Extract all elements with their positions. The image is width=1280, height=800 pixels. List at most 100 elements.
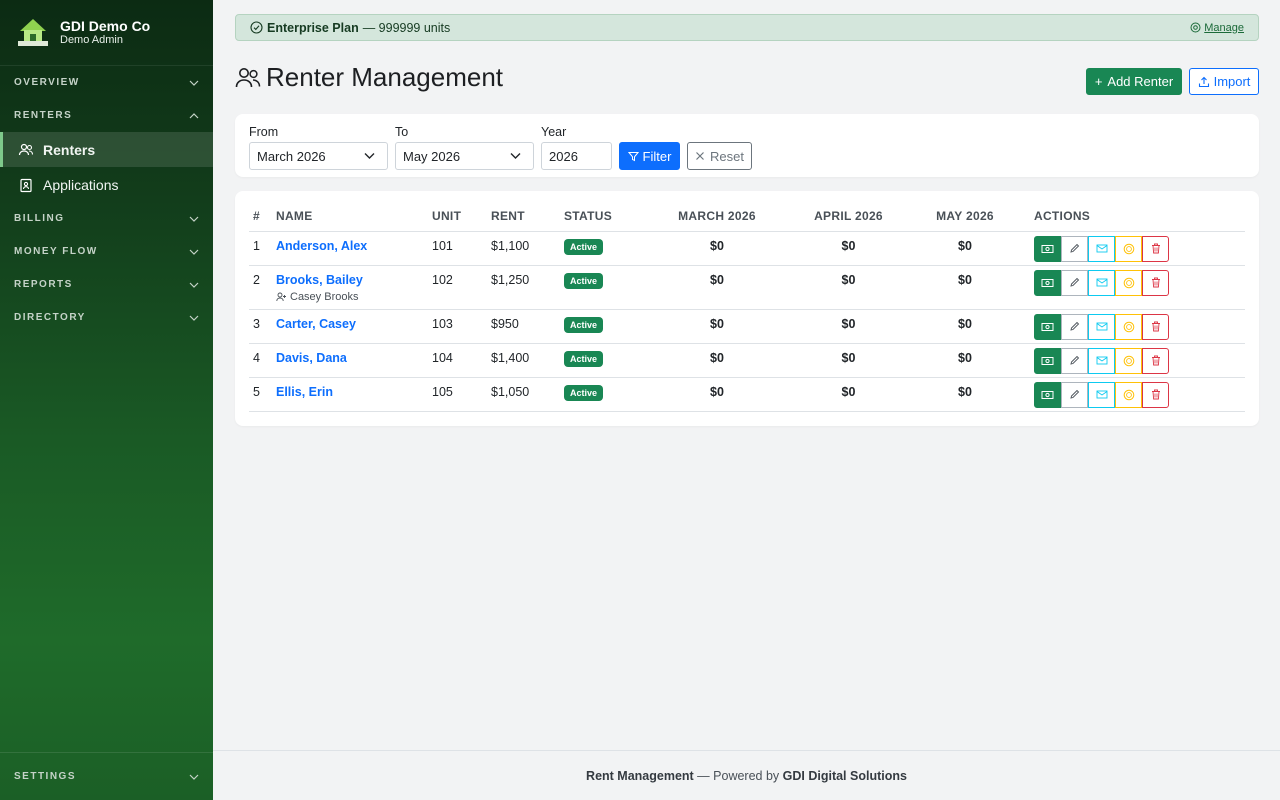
plus-icon: + — [1094, 74, 1103, 89]
upload-icon — [1198, 76, 1209, 87]
cash-icon — [1041, 322, 1054, 331]
renter-name-link[interactable]: Anderson, Alex — [276, 239, 432, 253]
edit-button[interactable] — [1061, 347, 1088, 374]
charge-button[interactable] — [1115, 269, 1142, 296]
chevron-down-icon — [189, 216, 199, 222]
status-cell: Active — [564, 377, 642, 412]
sidebar-item-renters[interactable]: Renters — [0, 132, 213, 167]
record-payment-button[interactable] — [1034, 313, 1061, 340]
action-group — [1034, 235, 1245, 262]
company-logo-icon — [18, 18, 48, 46]
charge-button[interactable] — [1115, 313, 1142, 340]
row-number: 2 — [249, 265, 276, 310]
from-select[interactable]: March 2026 — [249, 142, 388, 170]
month-3-amount: $0 — [905, 377, 1025, 412]
brand-header[interactable]: GDI Demo Co Demo Admin — [0, 0, 213, 66]
delete-button[interactable] — [1142, 381, 1169, 408]
charge-button[interactable] — [1115, 347, 1142, 374]
reset-label: Reset — [710, 148, 744, 164]
month-1-amount: $0 — [642, 309, 792, 344]
record-payment-button[interactable] — [1034, 269, 1061, 296]
pencil-icon — [1070, 321, 1080, 331]
manage-link-label: Manage — [1204, 21, 1244, 34]
email-button[interactable] — [1088, 347, 1115, 374]
main-content: Enterprise Plan — 999999 units Manage Re… — [213, 0, 1280, 800]
manage-plan-link[interactable]: Manage — [1190, 22, 1244, 34]
month-3-amount: $0 — [905, 343, 1025, 378]
column-header[interactable]: UNIT — [432, 201, 491, 232]
charge-button[interactable] — [1115, 381, 1142, 408]
email-button[interactable] — [1088, 235, 1115, 262]
delete-button[interactable] — [1142, 347, 1169, 374]
nav-section-label: BILLING — [14, 213, 65, 224]
edit-button[interactable] — [1061, 313, 1088, 340]
email-button[interactable] — [1088, 269, 1115, 296]
footer-company[interactable]: GDI Digital Solutions — [783, 769, 907, 783]
trash-icon — [1151, 277, 1160, 288]
rent-cell: $1,050 — [491, 377, 564, 412]
renter-name-link[interactable]: Davis, Dana — [276, 351, 432, 365]
nav-section-label: SETTINGS — [14, 771, 77, 782]
email-button[interactable] — [1088, 381, 1115, 408]
name-cell: Anderson, Alex — [276, 231, 432, 266]
year-label: Year — [541, 125, 567, 139]
chevron-down-icon — [510, 153, 521, 159]
filter-card: From March 2026 To May 2026 Year 2026 Fi… — [235, 114, 1259, 177]
rent-cell: $1,100 — [491, 231, 564, 266]
column-header[interactable]: STATUS — [564, 201, 642, 232]
gear-icon — [1190, 22, 1201, 33]
column-header[interactable]: NAME — [276, 201, 432, 232]
edit-button[interactable] — [1061, 235, 1088, 262]
status-cell: Active — [564, 265, 642, 310]
delete-button[interactable] — [1142, 235, 1169, 262]
column-header[interactable]: RENT — [491, 201, 564, 232]
nav-section-directory[interactable]: DIRECTORY — [0, 301, 213, 334]
edit-button[interactable] — [1061, 269, 1088, 296]
envelope-icon — [1096, 390, 1107, 399]
nav-section-billing[interactable]: BILLING — [0, 202, 213, 235]
user-role: Demo Admin — [60, 34, 123, 46]
cash-icon — [1041, 390, 1054, 399]
column-header: MAY 2026 — [905, 201, 1025, 232]
delete-button[interactable] — [1142, 269, 1169, 296]
to-select[interactable]: May 2026 — [395, 142, 534, 170]
month-2-amount: $0 — [792, 231, 905, 266]
charge-button[interactable] — [1115, 235, 1142, 262]
reset-button[interactable]: Reset — [687, 142, 752, 170]
email-button[interactable] — [1088, 313, 1115, 340]
year-input[interactable]: 2026 — [541, 142, 612, 170]
nav-section-reports[interactable]: REPORTS — [0, 268, 213, 301]
renter-name-link[interactable]: Ellis, Erin — [276, 385, 432, 399]
chevron-down-icon — [189, 249, 199, 255]
delete-button[interactable] — [1142, 313, 1169, 340]
rent-cell: $950 — [491, 309, 564, 344]
page-title-text: Renter Management — [266, 62, 504, 92]
month-3-amount: $0 — [905, 231, 1025, 266]
nav-section-money-flow[interactable]: MONEY FLOW — [0, 235, 213, 268]
record-payment-button[interactable] — [1034, 347, 1061, 374]
company-name: GDI Demo Co — [60, 18, 151, 34]
record-payment-button[interactable] — [1034, 235, 1061, 262]
month-1-amount: $0 — [642, 231, 792, 266]
nav-section-renters[interactable]: RENTERS — [0, 99, 213, 132]
column-header: APRIL 2026 — [792, 201, 905, 232]
plan-banner: Enterprise Plan — 999999 units Manage — [235, 14, 1259, 41]
from-label: From — [249, 125, 279, 139]
renter-name-link[interactable]: Carter, Casey — [276, 317, 432, 331]
filter-button[interactable]: Filter — [619, 142, 680, 170]
envelope-icon — [1096, 356, 1107, 365]
renter-name-link[interactable]: Brooks, Bailey — [276, 273, 432, 287]
action-group — [1034, 269, 1245, 296]
edit-button[interactable] — [1061, 381, 1088, 408]
record-payment-button[interactable] — [1034, 381, 1061, 408]
sidebar-item-applications[interactable]: Applications — [0, 167, 213, 202]
add-renter-button[interactable]: + Add Renter — [1086, 68, 1182, 95]
clipboard-icon — [20, 178, 32, 192]
actions-cell — [1025, 343, 1245, 378]
actions-cell — [1025, 231, 1245, 266]
nav-section-overview[interactable]: OVERVIEW — [0, 66, 213, 99]
import-button[interactable]: Import — [1189, 68, 1259, 95]
pencil-icon — [1070, 389, 1080, 399]
to-label: To — [395, 125, 409, 139]
nav-section-settings[interactable]: SETTINGS — [0, 753, 213, 800]
